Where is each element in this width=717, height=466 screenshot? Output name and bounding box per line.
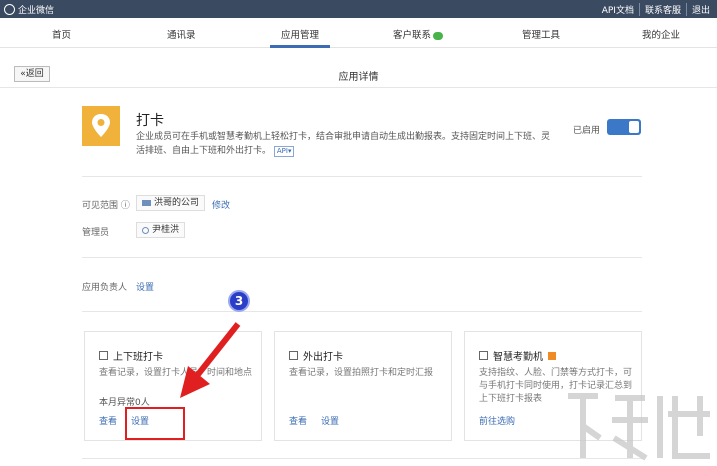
tab-customer-contact-label: 客户联系 <box>393 30 432 41</box>
card-links: 查看 设置 <box>289 414 339 427</box>
divider <box>82 176 642 177</box>
card-title-text: 上下班打卡 <box>113 352 163 363</box>
view-link[interactable]: 查看 <box>289 414 307 427</box>
divider <box>82 458 642 459</box>
camera-icon <box>289 351 298 360</box>
divider <box>82 311 642 312</box>
tab-app-management[interactable]: 应用管理 <box>281 27 319 41</box>
folder-icon <box>142 200 151 206</box>
edit-scope-link[interactable]: 修改 <box>212 198 230 211</box>
scope-label: 可见范围 ⓘ <box>82 198 130 211</box>
app-description-text: 企业成员可在手机或智慧考勤机上轻松打卡，结合审批申请自动生成出勤报表。支持固定时… <box>136 132 551 156</box>
admin-label: 管理员 <box>82 228 110 238</box>
divider <box>82 257 642 258</box>
api-docs-link[interactable]: API文档 <box>597 3 639 16</box>
scope-value: 洪哥的公司 <box>154 198 200 208</box>
page-title: 应用详情 <box>338 72 379 83</box>
active-tab-indicator <box>270 45 330 48</box>
card-title: 外出打卡 <box>289 348 343 363</box>
tab-customer-contact[interactable]: 客户联系 <box>393 27 444 41</box>
scope-label-text: 可见范围 <box>82 201 119 211</box>
api-tag-label: API <box>276 147 288 155</box>
info-icon: ⓘ <box>120 201 130 211</box>
new-badge-icon <box>548 351 556 360</box>
view-link[interactable]: 查看 <box>99 414 117 427</box>
owner-label: 应用负责人 <box>82 283 128 293</box>
device-icon <box>479 351 488 360</box>
brand-name: 企业微信 <box>18 6 55 16</box>
watermark-logo-icon <box>568 393 710 461</box>
scope-chip: 洪哥的公司 <box>136 195 206 211</box>
card-title: 智慧考勤机 <box>479 348 556 363</box>
app-description: 企业成员可在手机或智慧考勤机上轻松打卡，结合审批申请自动生成出勤报表。支持固定时… <box>136 130 554 158</box>
tab-home[interactable]: 首页 <box>52 27 71 41</box>
api-tag[interactable]: API▾ <box>273 146 295 157</box>
status-label: 已启用 <box>573 126 601 136</box>
wecom-logo-icon <box>4 4 15 15</box>
tab-management-tools[interactable]: 管理工具 <box>522 27 560 41</box>
red-arrow-icon <box>180 322 241 398</box>
list-icon <box>99 351 108 360</box>
location-pin-icon <box>82 106 120 146</box>
card-links: 前往选购 <box>479 414 515 427</box>
card-title-text: 智慧考勤机 <box>493 352 543 363</box>
tab-my-company[interactable]: 我的企业 <box>642 27 680 41</box>
person-icon <box>142 226 149 234</box>
owner-set-link[interactable]: 设置 <box>136 280 154 293</box>
admin-chip: 尹桂洪 <box>136 222 186 238</box>
top-bar: 企业微信 API文档 联系客服 退出 <box>0 0 717 18</box>
brand[interactable]: 企业微信 <box>4 3 54 16</box>
card-title: 上下班打卡 <box>99 348 163 363</box>
main-nav: 首页 通讯录 应用管理 客户联系 管理工具 我的企业 <box>0 18 717 48</box>
step-number-badge: 3 <box>228 290 250 312</box>
wechat-icon <box>433 31 444 40</box>
settings-link[interactable]: 设置 <box>321 414 339 427</box>
logout-link[interactable]: 退出 <box>685 3 715 16</box>
card-description: 查看记录，设置拍照打卡和定时汇报 <box>289 368 434 378</box>
toggle-knob <box>629 121 639 133</box>
top-links: API文档 联系客服 退出 <box>597 3 715 16</box>
card-outdoor-clockin: 外出打卡 查看记录，设置拍照打卡和定时汇报 查看 设置 <box>274 331 452 441</box>
buy-link[interactable]: 前往选购 <box>479 414 515 427</box>
tab-contacts[interactable]: 通讯录 <box>167 27 196 41</box>
contact-support-link[interactable]: 联系客服 <box>638 3 686 16</box>
highlight-box <box>125 407 185 440</box>
sub-header: «返回 应用详情 <box>0 60 717 88</box>
enable-toggle[interactable] <box>607 119 641 135</box>
app-name: 打卡 <box>136 113 164 129</box>
admin-value: 尹桂洪 <box>152 225 180 235</box>
card-title-text: 外出打卡 <box>303 352 343 363</box>
